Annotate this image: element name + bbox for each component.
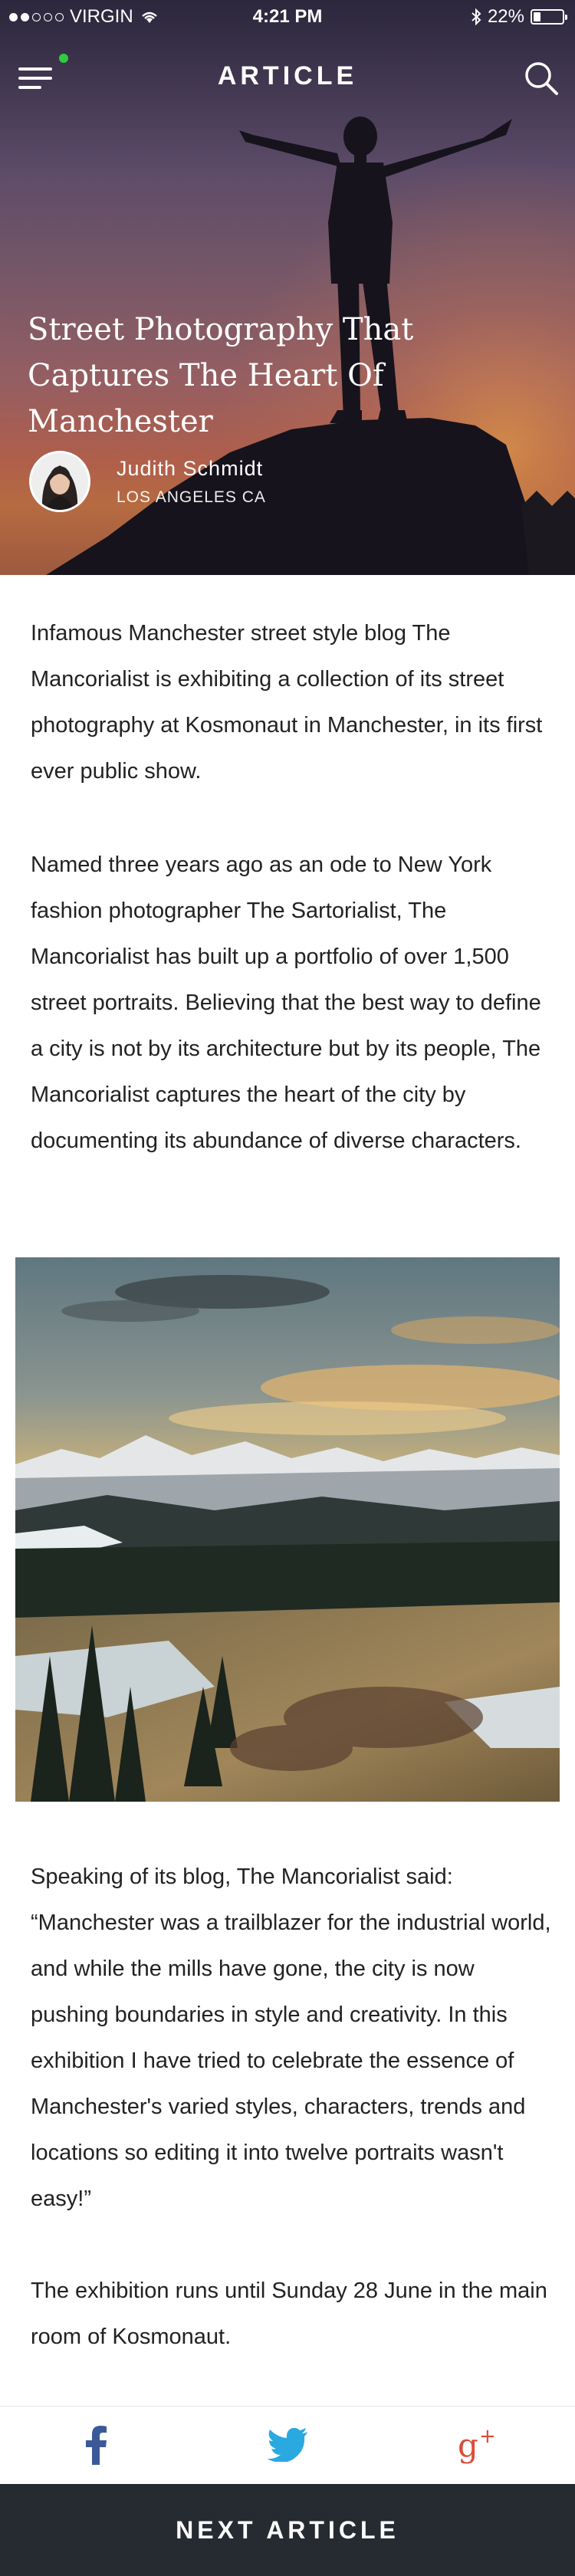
svg-text:g: g — [458, 2426, 478, 2464]
author-photo — [31, 453, 88, 510]
facebook-icon — [86, 2426, 107, 2465]
search-button[interactable] — [523, 60, 560, 97]
article-paragraph: Speaking of its blog, The Mancorialist s… — [31, 1865, 551, 2211]
article-paragraph: Infamous Manchester street style blog Th… — [31, 621, 543, 784]
share-twitter-button[interactable] — [257, 2422, 318, 2468]
search-icon — [525, 62, 558, 95]
hero-header: VIRGIN 4:21 PM 22% ARTICLE Street Photog… — [0, 0, 575, 575]
author-text: Judith Schmidt LOS ANGELES CA — [117, 457, 266, 507]
share-bar: g + — [0, 2406, 575, 2483]
article-paragraph: The exhibition runs until Sunday 28 June… — [31, 2279, 547, 2349]
top-navigation: ARTICLE — [0, 46, 575, 107]
article-paragraph: Named three years ago as an ode to New Y… — [31, 853, 541, 1153]
share-facebook-button[interactable] — [65, 2422, 127, 2468]
author-name[interactable]: Judith Schmidt — [117, 457, 266, 481]
bluetooth-icon — [472, 8, 481, 25]
next-article-button[interactable]: NEXT ARTICLE — [0, 2484, 575, 2576]
battery-icon — [531, 9, 567, 25]
mountain-landscape-image — [15, 1257, 560, 1802]
page-title: ARTICLE — [217, 61, 358, 90]
avatar[interactable] — [29, 451, 90, 512]
svg-text:+: + — [479, 2426, 496, 2448]
status-bar: VIRGIN 4:21 PM 22% — [0, 0, 575, 34]
article-title: Street Photography That Captures The Hea… — [28, 312, 414, 439]
battery-percent: 22% — [487, 6, 524, 27]
twitter-icon — [267, 2428, 307, 2462]
share-google-plus-button[interactable]: g + — [449, 2422, 510, 2468]
author-location: LOS ANGELES CA — [117, 488, 266, 506]
battery-level-fill — [534, 12, 540, 21]
article-image — [15, 1257, 560, 1802]
author-info[interactable]: Judith Schmidt LOS ANGELES CA — [29, 451, 266, 512]
google-plus-icon: g + — [458, 2426, 496, 2464]
notification-dot — [59, 54, 68, 63]
status-right: 22% — [471, 6, 567, 28]
